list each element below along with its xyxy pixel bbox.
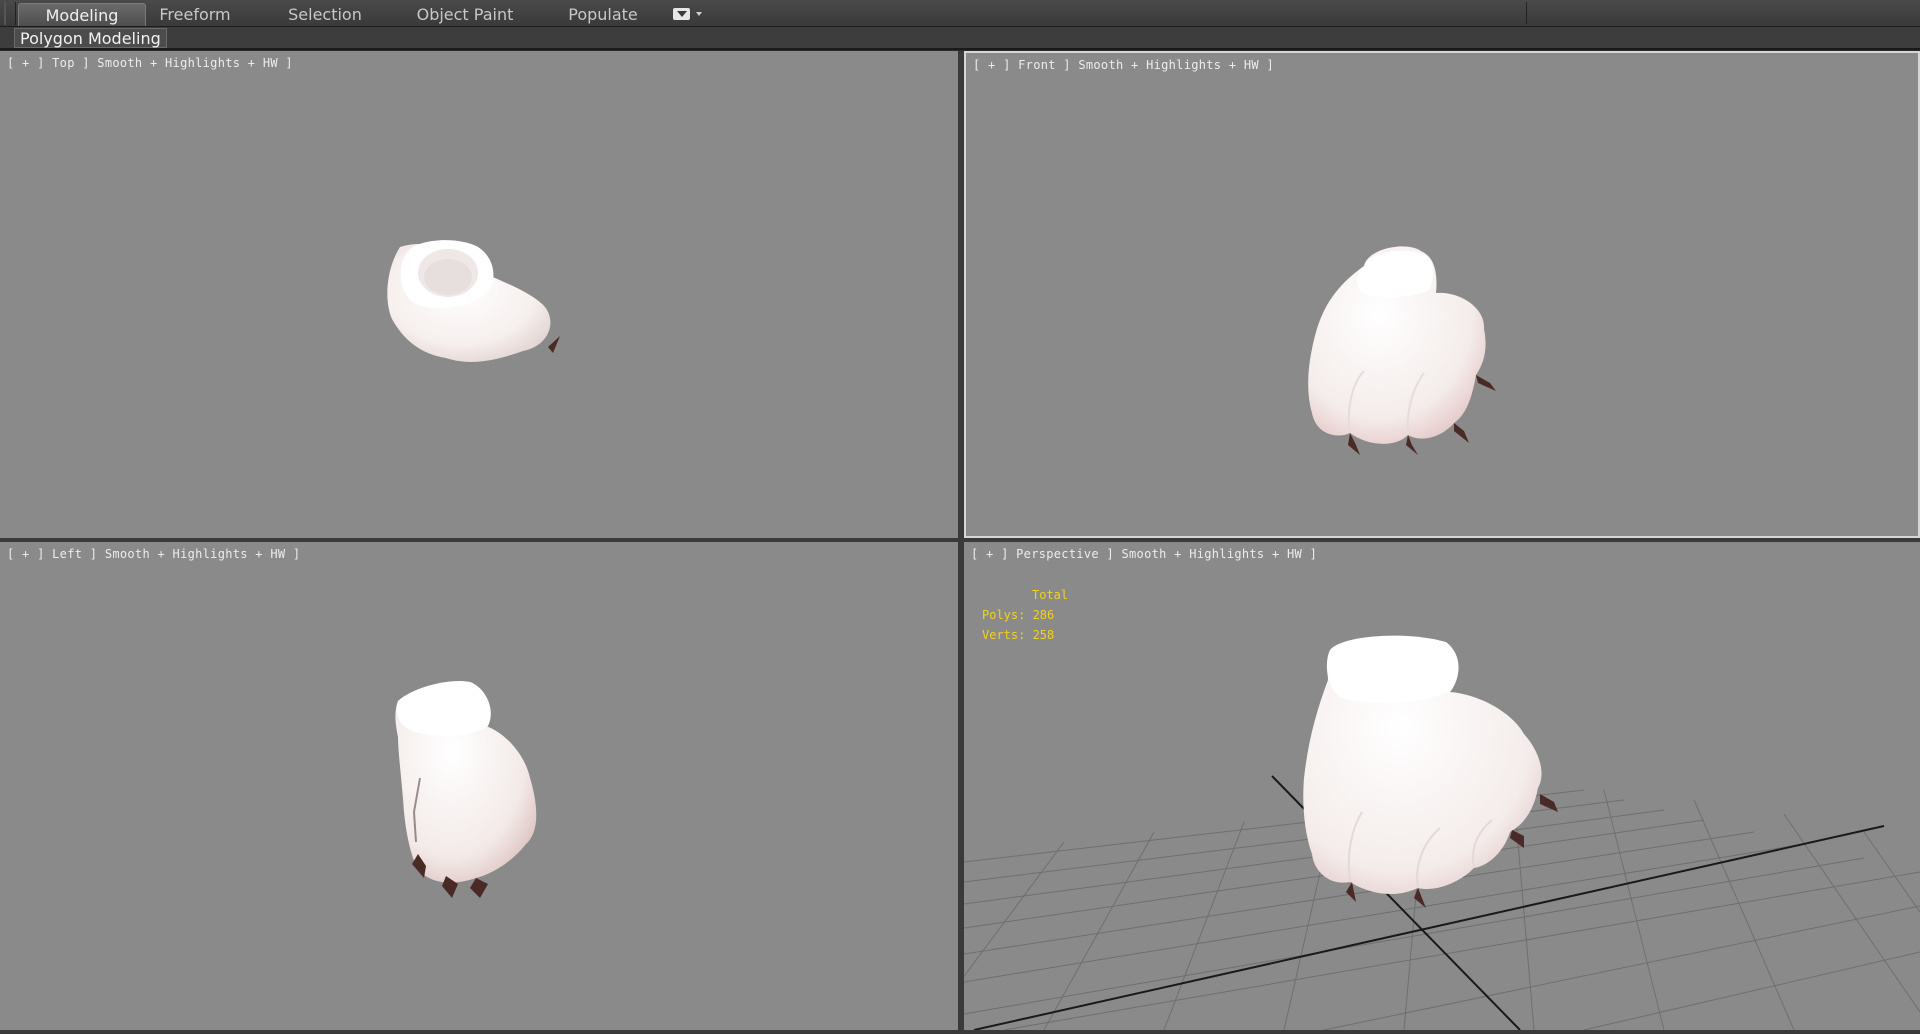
chevron-down-icon <box>696 12 702 16</box>
stats-verts: Verts: 258 <box>982 628 1055 642</box>
ribbon-minimize-button[interactable] <box>673 8 705 22</box>
viewport-vertical-splitter[interactable] <box>958 51 964 1034</box>
polygon-modeling-panel-button[interactable]: Polygon Modeling <box>14 28 167 48</box>
3ds-max-workspace: Modeling Freeform Selection Object Paint… <box>0 0 1920 1034</box>
viewport-horizontal-splitter[interactable] <box>0 538 1920 542</box>
ribbon-divider <box>1526 2 1527 24</box>
ribbon-panel: Polygon Modeling <box>0 27 1920 50</box>
scene-statistics: Total Polys: 286 Verts: 258 <box>982 585 1068 645</box>
bottom-edge <box>0 1030 1920 1034</box>
tab-object-paint[interactable]: Object Paint <box>410 3 520 26</box>
paw-model-front-view <box>1308 246 1496 455</box>
stats-polys: Polys: 286 <box>982 608 1055 622</box>
tab-modeling[interactable]: Modeling <box>18 3 146 26</box>
viewport-perspective-label[interactable]: [ + ] Perspective ] Smooth + Highlights … <box>971 547 1317 561</box>
paw-model-left-view <box>395 681 537 898</box>
viewport-left[interactable]: [ + ] Left ] Smooth + Highlights + HW ] <box>0 542 958 1030</box>
tab-populate[interactable]: Populate <box>558 3 648 26</box>
ribbon-grip-handle[interactable] <box>4 2 16 25</box>
paw-model-top-view <box>387 240 560 362</box>
ribbon-minimize-icon <box>673 8 690 20</box>
viewport-top[interactable]: [ + ] Top ] Smooth + Highlights + HW ] <box>0 51 958 538</box>
viewport-front[interactable]: [ + ] Front ] Smooth + Highlights + HW ] <box>964 51 1920 538</box>
stats-total-label: Total <box>1032 588 1069 602</box>
perspective-grid-and-model <box>964 635 1920 1030</box>
viewport-perspective[interactable]: [ + ] Perspective ] Smooth + Highlights … <box>964 542 1920 1030</box>
ribbon-tab-bar: Modeling Freeform Selection Object Paint… <box>0 0 1920 27</box>
tab-selection[interactable]: Selection <box>280 3 370 26</box>
tab-freeform[interactable]: Freeform <box>150 3 240 26</box>
